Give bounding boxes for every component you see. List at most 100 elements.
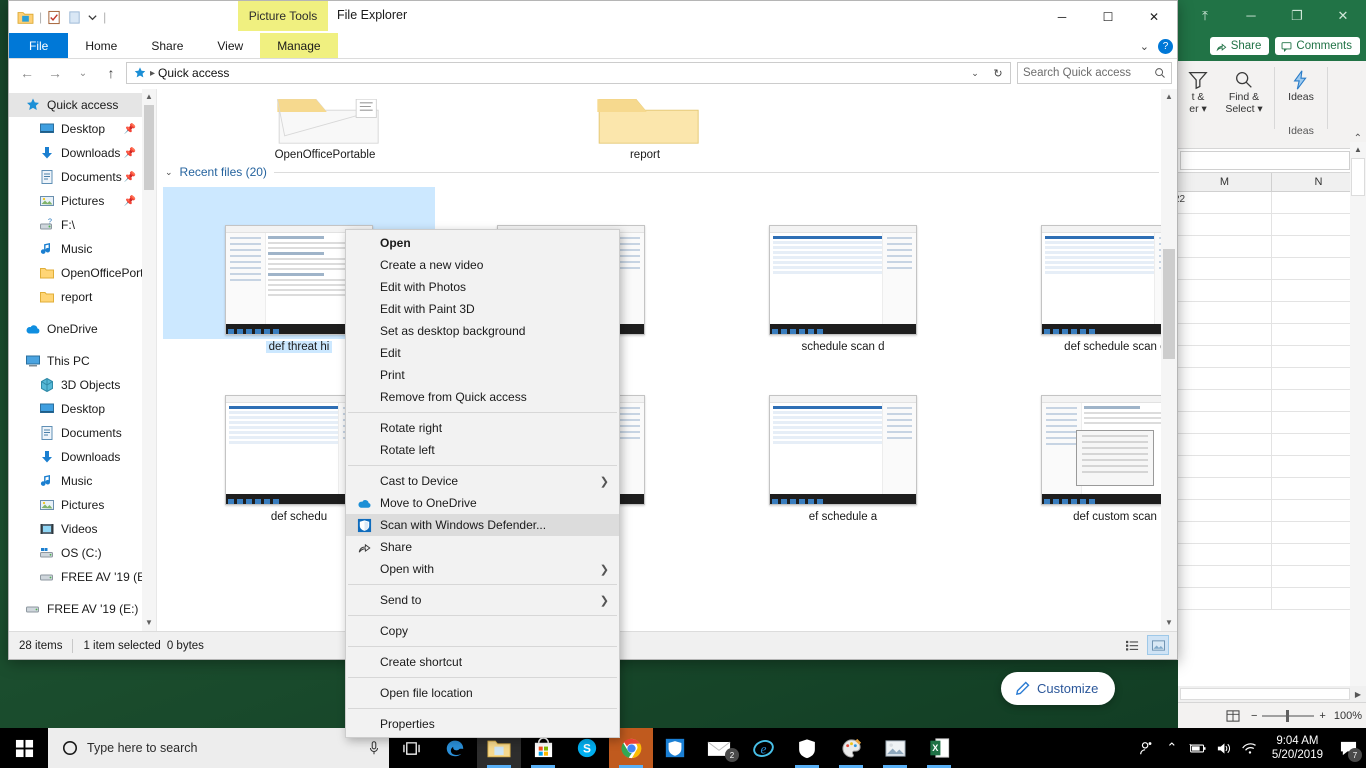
breadcrumb-quick-access[interactable]: Quick access [158, 66, 229, 80]
sidebar-item-documents[interactable]: Documents 📌 [9, 165, 156, 189]
maximize-button[interactable]: ☐ [1085, 1, 1131, 33]
excel-zoom-level[interactable]: 100% [1334, 710, 1362, 722]
excel-row[interactable] [1178, 236, 1366, 258]
menu-item-send-to[interactable]: Send to ❯ [346, 589, 619, 611]
file-item[interactable]: ef schedule a [707, 353, 979, 523]
excel-row[interactable] [1178, 456, 1366, 478]
excel-sort-filter-group[interactable]: t & er ▾ [1178, 61, 1218, 115]
excel-hscroll-thumb[interactable] [1180, 688, 1350, 700]
excel-row[interactable] [1178, 324, 1366, 346]
address-bar[interactable]: ← → ⌄ ↑ ▸ Quick access ⌄ ↻ Search Quick … [9, 59, 1177, 87]
excel-row[interactable] [1178, 412, 1366, 434]
sidebar-item-os-c[interactable]: OS (C:) [9, 541, 156, 565]
details-view-icon[interactable] [1121, 635, 1143, 655]
help-icon[interactable]: ? [1158, 38, 1173, 54]
excel-window-controls[interactable]: ⤒ ─ ❐ ✕ [1182, 0, 1366, 31]
nav-scroll-up-arrow[interactable]: ▲ [142, 89, 156, 105]
excel-share-button[interactable]: Share [1209, 37, 1270, 55]
sidebar-item-openofficeportable[interactable]: OpenOfficePorta [9, 261, 156, 285]
content-scrollbar[interactable]: ▲ ▼ [1161, 89, 1177, 631]
sidebar-item-pictures-pc[interactable]: Pictures [9, 493, 156, 517]
taskbar-app-defender-shield-icon[interactable] [785, 728, 829, 768]
chevron-down-icon[interactable]: ⌄ [165, 167, 173, 178]
excel-grid[interactable]: M N [1178, 173, 1366, 633]
breadcrumb[interactable]: ▸ Quick access ⌄ ↻ [126, 62, 1011, 84]
excel-cell[interactable] [1178, 412, 1272, 434]
title-bar[interactable]: | | Picture Tools File Explorer ─ ☐ ✕ [9, 1, 1177, 33]
tab-file[interactable]: File [9, 33, 69, 58]
minimize-button[interactable]: ─ [1039, 1, 1085, 33]
menu-item-remove-from-quick-access[interactable]: Remove from Quick access [346, 386, 619, 408]
excel-column-header-m[interactable]: M [1178, 173, 1272, 191]
file-item[interactable]: def schedule scan c [979, 183, 1177, 353]
menu-item-edit[interactable]: Edit [346, 342, 619, 364]
wifi-icon[interactable] [1237, 728, 1263, 768]
menu-item-create-shortcut[interactable]: Create shortcut [346, 651, 619, 673]
taskbar-app-paint-3d-icon[interactable] [829, 728, 873, 768]
sidebar-item-free-av-e[interactable]: FREE AV '19 (E:) [9, 565, 156, 589]
menu-item-rotate-left[interactable]: Rotate left [346, 439, 619, 461]
navigation-pane[interactable]: Quick access Desktop 📌 Downloads 📌 Docum… [9, 89, 156, 631]
excel-ribbon-display-options-icon[interactable]: ⤒ [1182, 0, 1228, 31]
excel-row[interactable] [1178, 214, 1366, 236]
tab-view[interactable]: View [200, 33, 260, 58]
pin-icon[interactable]: 📌 [124, 172, 136, 183]
excel-cell[interactable] [1178, 456, 1272, 478]
excel-comments-button[interactable]: Comments [1275, 37, 1360, 55]
menu-item-rotate-right[interactable]: Rotate right [346, 417, 619, 439]
excel-zoom-out-button[interactable]: − [1251, 710, 1257, 722]
excel-cell[interactable] [1178, 280, 1272, 302]
taskbar-app-excel-icon[interactable]: X [917, 728, 961, 768]
folder-icon[interactable] [17, 10, 34, 25]
ribbon-tabs[interactable]: File Home Share View Manage ⌄ ? [9, 33, 1177, 59]
sidebar-item-music-pc[interactable]: Music [9, 469, 156, 493]
sidebar-item-onedrive[interactable]: OneDrive [9, 317, 156, 341]
excel-row[interactable] [1178, 478, 1366, 500]
menu-item-create-a-new-video[interactable]: Create a new video [346, 254, 619, 276]
nav-scroll-down-arrow[interactable]: ▼ [142, 615, 156, 631]
menu-item-move-to-onedrive[interactable]: Move to OneDrive [346, 492, 619, 514]
clock[interactable]: 9:04 AM 5/20/2019 [1263, 734, 1332, 762]
excel-window[interactable]: ⤒ ─ ❐ ✕ Share Comments t & er ▾ Find & S… [1174, 0, 1366, 728]
window-controls[interactable]: ─ ☐ ✕ [1039, 1, 1177, 33]
menu-item-share[interactable]: Share [346, 536, 619, 558]
customize-qat-icon[interactable] [87, 12, 98, 23]
up-button[interactable]: ↑ [98, 61, 124, 85]
new-folder-icon[interactable] [67, 10, 82, 25]
page-layout-icon[interactable] [1226, 709, 1240, 722]
battery-icon[interactable] [1185, 728, 1211, 768]
sidebar-item-downloads-pc[interactable]: Downloads [9, 445, 156, 469]
pin-icon[interactable]: 📌 [124, 148, 136, 159]
file-item[interactable]: def custom scan [979, 353, 1177, 523]
menu-item-cast-to-device[interactable]: Cast to Device ❯ [346, 470, 619, 492]
excel-row[interactable] [1178, 302, 1366, 324]
excel-row[interactable] [1178, 522, 1366, 544]
pin-icon[interactable]: 📌 [124, 196, 136, 207]
sidebar-item-desktop[interactable]: Desktop 📌 [9, 117, 156, 141]
volume-icon[interactable] [1211, 728, 1237, 768]
content-scroll-thumb[interactable] [1163, 249, 1175, 359]
sidebar-item-3d-objects[interactable]: 3D Objects [9, 373, 156, 397]
excel-vertical-scrollbar[interactable]: ▲ [1350, 142, 1366, 686]
search-input[interactable]: Search Quick access [1017, 62, 1172, 84]
content-scroll-down-arrow[interactable]: ▼ [1161, 615, 1177, 631]
thumbnail[interactable] [707, 187, 979, 339]
excel-cell[interactable] [1178, 214, 1272, 236]
taskbar[interactable]: Type here to search S 2 e X ⌃ 9:04 AM 5/… [0, 728, 1366, 768]
action-center-icon[interactable]: 7 [1332, 728, 1364, 768]
sidebar-item-this-pc[interactable]: This PC [9, 349, 156, 373]
excel-zoom-slider[interactable] [1262, 709, 1315, 722]
refresh-icon[interactable]: ↻ [988, 63, 1008, 83]
sidebar-item-f-drive[interactable]: ? F:\ [9, 213, 156, 237]
excel-cell[interactable] [1178, 434, 1272, 456]
close-button[interactable]: ✕ [1131, 1, 1177, 33]
menu-item-edit-with-photos[interactable]: Edit with Photos [346, 276, 619, 298]
sidebar-item-music[interactable]: Music [9, 237, 156, 261]
excel-cell[interactable] [1178, 302, 1272, 324]
nav-scroll-thumb[interactable] [144, 105, 154, 190]
excel-cell[interactable] [1178, 522, 1272, 544]
sidebar-item-free-av-e-2[interactable]: FREE AV '19 (E:) [9, 597, 156, 621]
excel-row[interactable] [1178, 368, 1366, 390]
tab-home[interactable]: Home [68, 33, 134, 58]
menu-item-properties[interactable]: Properties [346, 713, 619, 735]
